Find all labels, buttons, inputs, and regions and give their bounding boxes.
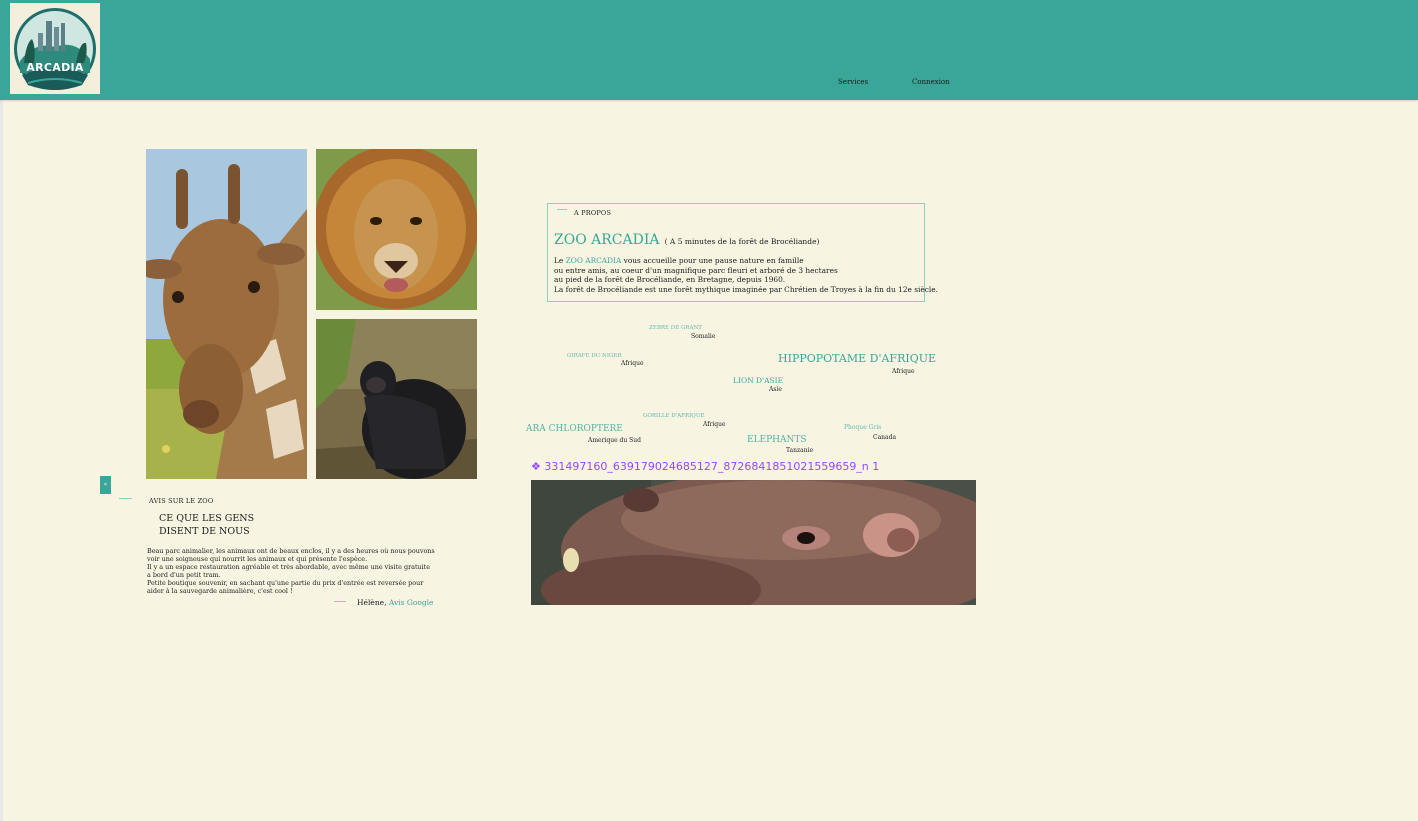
lion-photo [316,149,477,310]
reviews-eyebrow: AVIS SUR LE ZOO [149,497,214,505]
animal-hippopotame[interactable]: HIPPOPOTAME D'AFRIQUE [778,353,936,364]
about-subtitle: ( A 5 minutes de la forêt de Brocéliande… [664,237,820,246]
review-text: Beau parc animalier, les animaux ont de … [147,547,435,595]
animal-lion-origin: Asie [769,386,782,393]
animal-zebre-origin: Somalie [691,333,716,340]
nav-connexion[interactable]: Connexion [912,78,950,86]
figma-component-label: ❖ 331497160_639179024685127_872684185102… [531,460,879,473]
animal-gorille-origin: Afrique [703,421,726,428]
animal-ara[interactable]: ARA CHLOROPTERE [526,425,623,434]
about-section: A PROPOS ZOO ARCADIA ( A 5 minutes de la… [547,203,938,302]
hippo-photo [531,480,976,605]
about-paragraph: Le ZOO ARCADIA vous accueille pour une p… [554,256,939,294]
animal-girafe[interactable]: GIRAFE DU NIGER [567,353,622,360]
reviews-title: CE QUE LES GENS DISENT DE NOUS [159,513,255,537]
logo-text: ARCADIA [26,61,84,74]
animal-hippopotame-origin: Afrique [892,368,915,375]
animal-gorille[interactable]: GORILLE D'AFRIQUE [643,413,704,420]
component-icon: ❖ [531,460,541,473]
review-author: Hélène, Avis Google [357,598,434,607]
about-title: ZOO ARCADIA [554,232,660,248]
about-dash [557,209,567,210]
reviews-dash [119,498,132,499]
animal-elephants-origin: Tanzanie [786,447,814,454]
avis-google-link[interactable]: Avis Google [389,598,434,607]
giraffe-photo [146,149,307,479]
animal-girafe-origin: Afrique [621,360,644,367]
zoo-arcadia-link[interactable]: ZOO ARCADIA [566,256,622,265]
animal-lion[interactable]: LION D'ASIE [733,377,783,385]
page-edge-rule [0,0,3,821]
arcadia-logo[interactable]: ARCADIA [10,3,100,94]
animal-zebre[interactable]: ZEBRE DE GRANT [649,325,702,332]
component-name: 331497160_639179024685127_87268418510215… [544,460,880,473]
animal-phoque[interactable]: Phoque Gris [844,425,881,431]
nav-services[interactable]: Services [838,78,868,86]
animal-elephants[interactable]: ELEPHANTS [747,436,807,445]
site-header [0,0,1418,100]
carousel-prev-button[interactable]: « [100,476,111,494]
gorilla-photo [316,319,477,479]
about-eyebrow: A PROPOS [574,209,612,217]
author-dash [334,601,346,602]
animal-phoque-origin: Canada [873,434,897,441]
animal-ara-origin: Amerique du Sud [588,437,641,444]
